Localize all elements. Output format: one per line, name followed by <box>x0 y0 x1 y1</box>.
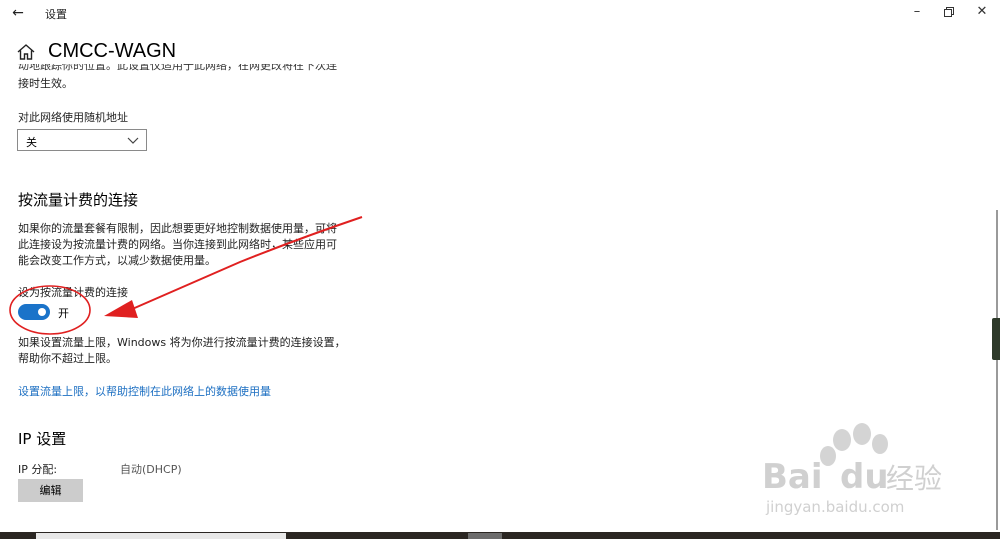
annotation-circle <box>9 285 91 335</box>
side-tab[interactable] <box>992 318 1000 360</box>
baidu-paw-icon: Bai du 经验 jingyan.baidu.com <box>762 423 942 516</box>
watermark-url: jingyan.baidu.com <box>765 498 904 516</box>
baidu-watermark: Bai du 经验 jingyan.baidu.com <box>762 400 962 524</box>
taskbar-search[interactable] <box>36 533 286 539</box>
taskbar-active-app[interactable] <box>468 533 502 539</box>
watermark-brand: Bai <box>762 457 823 497</box>
annotation-arrow-shaft <box>129 216 363 311</box>
watermark-suffix: 经验 <box>886 462 942 495</box>
taskbar <box>0 532 1000 539</box>
annotation-arrow-head <box>104 300 138 318</box>
watermark-brand-2: du <box>840 457 889 497</box>
scrollbar-thumb[interactable] <box>996 210 998 530</box>
